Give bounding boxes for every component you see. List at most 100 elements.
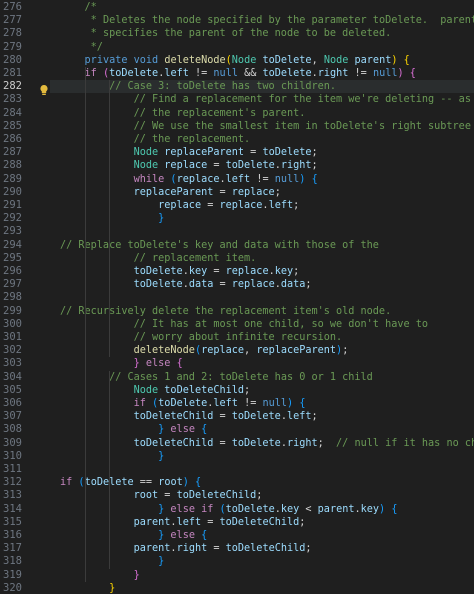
code-token: // the replacement's parent. — [133, 107, 306, 119]
code-token: // replacement item. — [133, 252, 257, 264]
code-line[interactable]: toDelete.data = replace.data; — [60, 278, 474, 291]
code-line[interactable]: parent.right = toDeleteChild; — [60, 542, 474, 555]
line-number: 313 — [3, 489, 22, 502]
line-number: 304 — [3, 370, 22, 383]
code-line[interactable]: while (replace.left != null) { — [60, 173, 474, 186]
code-token: } — [133, 569, 140, 581]
line-number: 294 — [3, 238, 22, 251]
code-token: replace — [164, 160, 208, 172]
code-token: key — [274, 266, 294, 277]
code-line[interactable]: if (toDelete.left != null && toDelete.ri… — [60, 67, 474, 80]
code-editor[interactable]: 276 277 278 279 280 281 282 283 284 285 286 287 288 2… — [0, 0, 474, 594]
line-number: 282 — [3, 80, 22, 93]
code-token: , — [244, 345, 257, 357]
code-line[interactable]: toDelete.key = replace.key; — [60, 265, 474, 278]
code-line[interactable]: replaceParent = replace; — [60, 186, 474, 199]
line-number-gutter: 276 277 278 279 280 281 282 283 284 285 286 287 288 2… — [0, 0, 48, 594]
code-line[interactable]: } — [60, 569, 474, 582]
code-line[interactable]: } else { — [60, 423, 474, 436]
code-line[interactable]: if (toDelete == root) { — [60, 476, 474, 489]
code-line[interactable]: * Deletes the node specified by the para… — [60, 14, 474, 27]
code-token: else — [145, 358, 171, 370]
line-number: 301 — [3, 331, 22, 343]
code-token: toDelete — [262, 147, 312, 159]
code-token: null — [213, 68, 238, 79]
code-line[interactable]: // It has at most one child, so we don't… — [60, 318, 474, 331]
code-token: left — [213, 398, 238, 409]
code-line[interactable]: * specifies the parent of the node to be… — [60, 27, 474, 40]
code-token: , — [311, 54, 324, 66]
code-token: Node — [133, 384, 159, 396]
code-token: toDeleteChild — [225, 543, 306, 555]
code-token: { — [195, 477, 202, 489]
line-number: 311 — [3, 463, 22, 475]
code-line[interactable]: } — [60, 450, 474, 463]
code-token: // Find a replacement for the item we're… — [133, 94, 471, 106]
code-token: ; — [244, 384, 251, 396]
code-line[interactable]: } — [60, 582, 474, 594]
code-token: while — [133, 173, 165, 185]
code-line[interactable]: } else if (toDelete.key < parent.key) { — [60, 503, 474, 516]
code-line[interactable] — [60, 463, 474, 476]
code-line[interactable]: } else { — [60, 357, 474, 370]
code-token: left — [268, 200, 294, 211]
line-number: 305 — [3, 383, 22, 396]
code-line[interactable]: // worry about infinite recursion. — [60, 331, 474, 344]
code-token: toDelete — [225, 503, 275, 515]
code-line[interactable]: // Recursively delete the replacement it… — [60, 305, 474, 318]
line-number: 298 — [3, 291, 22, 304]
code-token: ; — [299, 516, 306, 528]
line-number: 284 — [3, 106, 22, 119]
code-line[interactable]: } — [60, 212, 474, 225]
lightbulb-icon[interactable] — [38, 81, 50, 96]
code-line[interactable]: toDeleteChild = toDelete.right; // null … — [60, 437, 474, 450]
code-line[interactable]: deleteNode(replace, replaceParent); — [60, 344, 474, 357]
code-line[interactable]: // the replacement's parent. — [60, 107, 474, 120]
code-token: // null if it has no children — [336, 437, 474, 449]
code-line[interactable]: } — [60, 555, 474, 568]
code-token: right — [317, 68, 349, 79]
code-line[interactable]: Node replace = toDelete.right; — [60, 159, 474, 172]
code-line[interactable]: // Find a replacement for the item we're… — [60, 93, 474, 106]
line-number: 318 — [3, 555, 22, 568]
code-token: Node — [231, 54, 257, 66]
code-line[interactable]: Node toDeleteChild; — [60, 384, 474, 397]
code-line[interactable]: // the replacement. — [60, 133, 474, 146]
code-line[interactable]: // Replace toDelete's key and data with … — [60, 239, 474, 252]
code-token: replace — [231, 279, 275, 291]
code-token: // the replacement. — [133, 134, 251, 145]
code-line[interactable]: Node replaceParent = toDelete; — [60, 146, 474, 159]
code-token: toDelete — [109, 68, 159, 79]
code-line[interactable]: // replacement item. — [60, 252, 474, 265]
code-line[interactable]: /* — [60, 1, 474, 14]
line-number: 288 — [3, 159, 22, 172]
code-line[interactable]: toDeleteChild = toDelete.left; — [60, 410, 474, 423]
code-line[interactable]: if (toDelete.left != null) { — [60, 397, 474, 410]
code-line[interactable]: // Case 3: toDelete has two children. — [50, 80, 474, 94]
code-line[interactable]: // Cases 1 and 2: toDelete has 0 or 1 ch… — [60, 371, 474, 384]
code-line[interactable] — [60, 291, 474, 304]
code-line[interactable]: parent.left = toDeleteChild; — [60, 516, 474, 529]
line-number: 296 — [3, 265, 22, 277]
code-token: ; — [305, 543, 312, 555]
code-line[interactable]: } else { — [60, 529, 474, 542]
code-line[interactable]: */ — [60, 41, 474, 54]
code-line[interactable]: root = toDeleteChild; — [60, 489, 474, 502]
line-number: 317 — [3, 542, 22, 555]
code-line[interactable]: replace = replace.left; — [60, 199, 474, 212]
code-line[interactable]: // We use the smallest item in toDelete'… — [60, 120, 474, 133]
code-token: else — [170, 530, 195, 541]
code-line[interactable] — [60, 225, 474, 238]
code-token: root — [158, 477, 183, 489]
line-number: 299 — [3, 304, 22, 317]
code-token: if — [84, 68, 97, 79]
line-number: 309 — [3, 436, 22, 449]
code-line[interactable]: private void deleteNode(Node toDelete, N… — [60, 54, 474, 67]
